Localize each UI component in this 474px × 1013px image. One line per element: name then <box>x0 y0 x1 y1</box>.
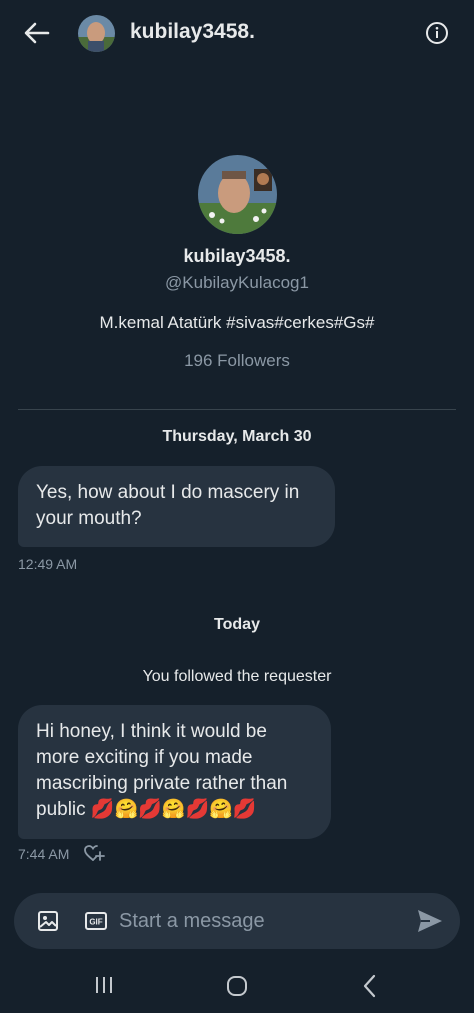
message-timestamp: 7:44 AM <box>18 846 70 862</box>
heart-plus-icon <box>84 845 105 861</box>
svg-text:GIF: GIF <box>89 918 102 927</box>
header-username[interactable]: kubilay3458. <box>130 20 255 44</box>
send-icon <box>418 910 442 932</box>
profile-avatar[interactable] <box>198 155 277 234</box>
back-button[interactable] <box>22 18 52 48</box>
message-emojis: 💋🤗💋🤗💋🤗💋 <box>90 799 257 820</box>
dm-conversation-screen: kubilay3458. kubilay3458. @KubilayKulaco… <box>0 0 474 1013</box>
home-button[interactable] <box>225 974 249 998</box>
message-timestamp: 12:49 AM <box>18 556 78 572</box>
profile-bio: M.kemal Atatürk #sivas#cerkes#Gs# <box>99 313 375 332</box>
profile-handle: @KubilayKulacog1 <box>165 273 309 292</box>
add-media-button[interactable] <box>36 909 60 933</box>
message-composer: GIF <box>14 893 460 949</box>
image-icon <box>38 911 58 931</box>
info-icon <box>426 22 448 44</box>
system-note: You followed the requester <box>142 668 332 685</box>
profile-divider <box>18 409 456 410</box>
profile-followers-count[interactable]: 196 Followers <box>0 351 474 371</box>
received-message-bubble[interactable]: Hi honey, I think it would be more excit… <box>18 705 331 839</box>
date-separator: Thursday, March 30 <box>162 428 312 445</box>
send-button[interactable] <box>416 908 444 934</box>
home-icon <box>227 976 247 996</box>
recents-icon <box>96 977 112 993</box>
header-avatar[interactable] <box>78 15 115 52</box>
recent-apps-button[interactable] <box>92 974 116 996</box>
profile-display-name: kubilay3458. <box>183 246 291 266</box>
conversation-header: kubilay3458. <box>0 0 474 68</box>
received-message-bubble[interactable]: Yes, how about I do mascery in your mout… <box>18 466 335 547</box>
date-separator: Today <box>214 616 260 633</box>
message-input[interactable] <box>119 902 404 940</box>
arrow-left-icon <box>24 22 50 44</box>
chevron-left-icon <box>363 974 376 998</box>
system-navigation-bar <box>0 960 474 1013</box>
system-back-button[interactable] <box>360 972 380 1000</box>
react-button[interactable] <box>83 843 105 863</box>
gif-icon: GIF <box>85 912 107 930</box>
conversation-info-button[interactable] <box>424 20 450 46</box>
message-text: Yes, how about I do mascery in your mout… <box>36 482 300 529</box>
add-gif-button[interactable]: GIF <box>84 909 108 933</box>
